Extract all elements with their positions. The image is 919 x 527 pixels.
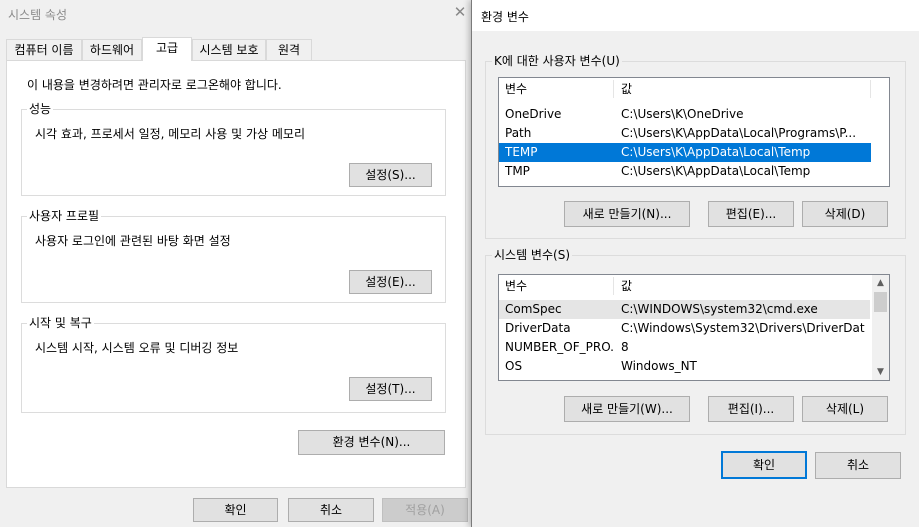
system-variables-scrollbar[interactable]: ▲ ▼ [872, 275, 889, 380]
performance-desc: 시각 효과, 프로세서 일정, 메모리 사용 및 가상 메모리 [35, 127, 305, 141]
environment-variables-titlebar [472, 0, 919, 31]
system-variables-list[interactable]: 변수 값 ComSpec C:\WINDOWS\system32\cmd.exe… [498, 274, 890, 381]
scroll-up-icon[interactable]: ▲ [872, 275, 889, 291]
scroll-down-icon[interactable]: ▼ [872, 364, 889, 380]
system-properties-window: 시스템 속성 ✕ 컴퓨터 이름 하드웨어 고급 시스템 보호 원격 이 내용을 … [0, 0, 472, 527]
performance-settings-button[interactable]: 설정(S)... [349, 163, 432, 187]
list-item[interactable]: OS Windows_NT [499, 357, 870, 376]
list-item[interactable]: OneDrive C:\Users\K\OneDrive [499, 105, 871, 124]
user-edit-button[interactable]: 편집(E)... [708, 201, 794, 227]
environment-variables-window: 환경 변수 K에 대한 사용자 변수(U) 변수 값 OneDrive C:\U… [471, 0, 919, 527]
user-profiles-label: 사용자 프로필 [27, 209, 102, 223]
user-variables-list[interactable]: 변수 값 OneDrive C:\Users\K\OneDrive Path C… [498, 77, 890, 187]
user-profiles-settings-button[interactable]: 설정(E)... [349, 270, 432, 294]
list-item[interactable]: ComSpec C:\WINDOWS\system32\cmd.exe [499, 300, 870, 319]
tab-computer-name[interactable]: 컴퓨터 이름 [6, 39, 82, 61]
scroll-thumb[interactable] [874, 292, 887, 312]
list-item[interactable]: TMP C:\Users\K\AppData\Local\Temp [499, 162, 871, 181]
system-delete-button[interactable]: 삭제(L) [802, 396, 888, 422]
user-new-button[interactable]: 새로 만들기(N)... [564, 201, 690, 227]
tab-system-protection[interactable]: 시스템 보호 [192, 39, 266, 61]
user-profiles-desc: 사용자 로그인에 관련된 바탕 화면 설정 [35, 234, 231, 248]
performance-label: 성능 [27, 102, 54, 116]
startup-recovery-settings-button[interactable]: 설정(T)... [349, 377, 432, 401]
user-variables-label: K에 대한 사용자 변수(U) [492, 54, 622, 68]
column-header-value[interactable]: 값 [621, 275, 632, 297]
advanced-tab-panel: 이 내용을 변경하려면 관리자로 로그온해야 합니다. 성능 시각 효과, 프로… [6, 60, 466, 488]
list-item-selected[interactable]: TEMP C:\Users\K\AppData\Local\Temp [499, 143, 871, 162]
list-item[interactable]: DriverData C:\Windows\System32\Drivers\D… [499, 319, 870, 338]
system-variables-header: 변수 값 [499, 275, 871, 297]
environment-variables-button[interactable]: 환경 변수(N)... [298, 430, 445, 455]
list-item[interactable]: NUMBER_OF_PRO... 8 [499, 338, 870, 357]
startup-recovery-desc: 시스템 시작, 시스템 오류 및 디버깅 정보 [35, 341, 239, 355]
system-edit-button[interactable]: 편집(I)... [708, 396, 794, 422]
system-properties-cancel-button[interactable]: 취소 [288, 498, 374, 522]
environment-variables-cancel-button[interactable]: 취소 [815, 452, 901, 479]
column-header-variable[interactable]: 변수 [505, 78, 527, 100]
close-icon[interactable]: ✕ [451, 3, 469, 21]
system-variables-label: 시스템 변수(S) [492, 248, 572, 262]
tab-advanced[interactable]: 고급 [142, 37, 192, 61]
admin-note: 이 내용을 변경하려면 관리자로 로그온해야 합니다. [27, 78, 282, 92]
environment-variables-title: 환경 변수 [481, 10, 529, 24]
user-delete-button[interactable]: 삭제(D) [802, 201, 888, 227]
list-item[interactable]: Path C:\Users\K\AppData\Local\Programs\P… [499, 124, 871, 143]
system-properties-apply-button[interactable]: 적용(A) [382, 498, 468, 522]
tab-hardware[interactable]: 하드웨어 [82, 39, 142, 61]
column-header-value[interactable]: 값 [621, 78, 632, 100]
user-variables-header: 변수 값 [499, 78, 889, 100]
column-header-variable[interactable]: 변수 [505, 275, 527, 297]
system-new-button[interactable]: 새로 만들기(W)... [564, 396, 690, 422]
startup-recovery-label: 시작 및 복구 [27, 316, 94, 330]
tab-remote[interactable]: 원격 [266, 39, 312, 61]
system-properties-title: 시스템 속성 [8, 8, 68, 22]
system-properties-ok-button[interactable]: 확인 [193, 498, 278, 522]
environment-variables-ok-button[interactable]: 확인 [721, 451, 807, 479]
